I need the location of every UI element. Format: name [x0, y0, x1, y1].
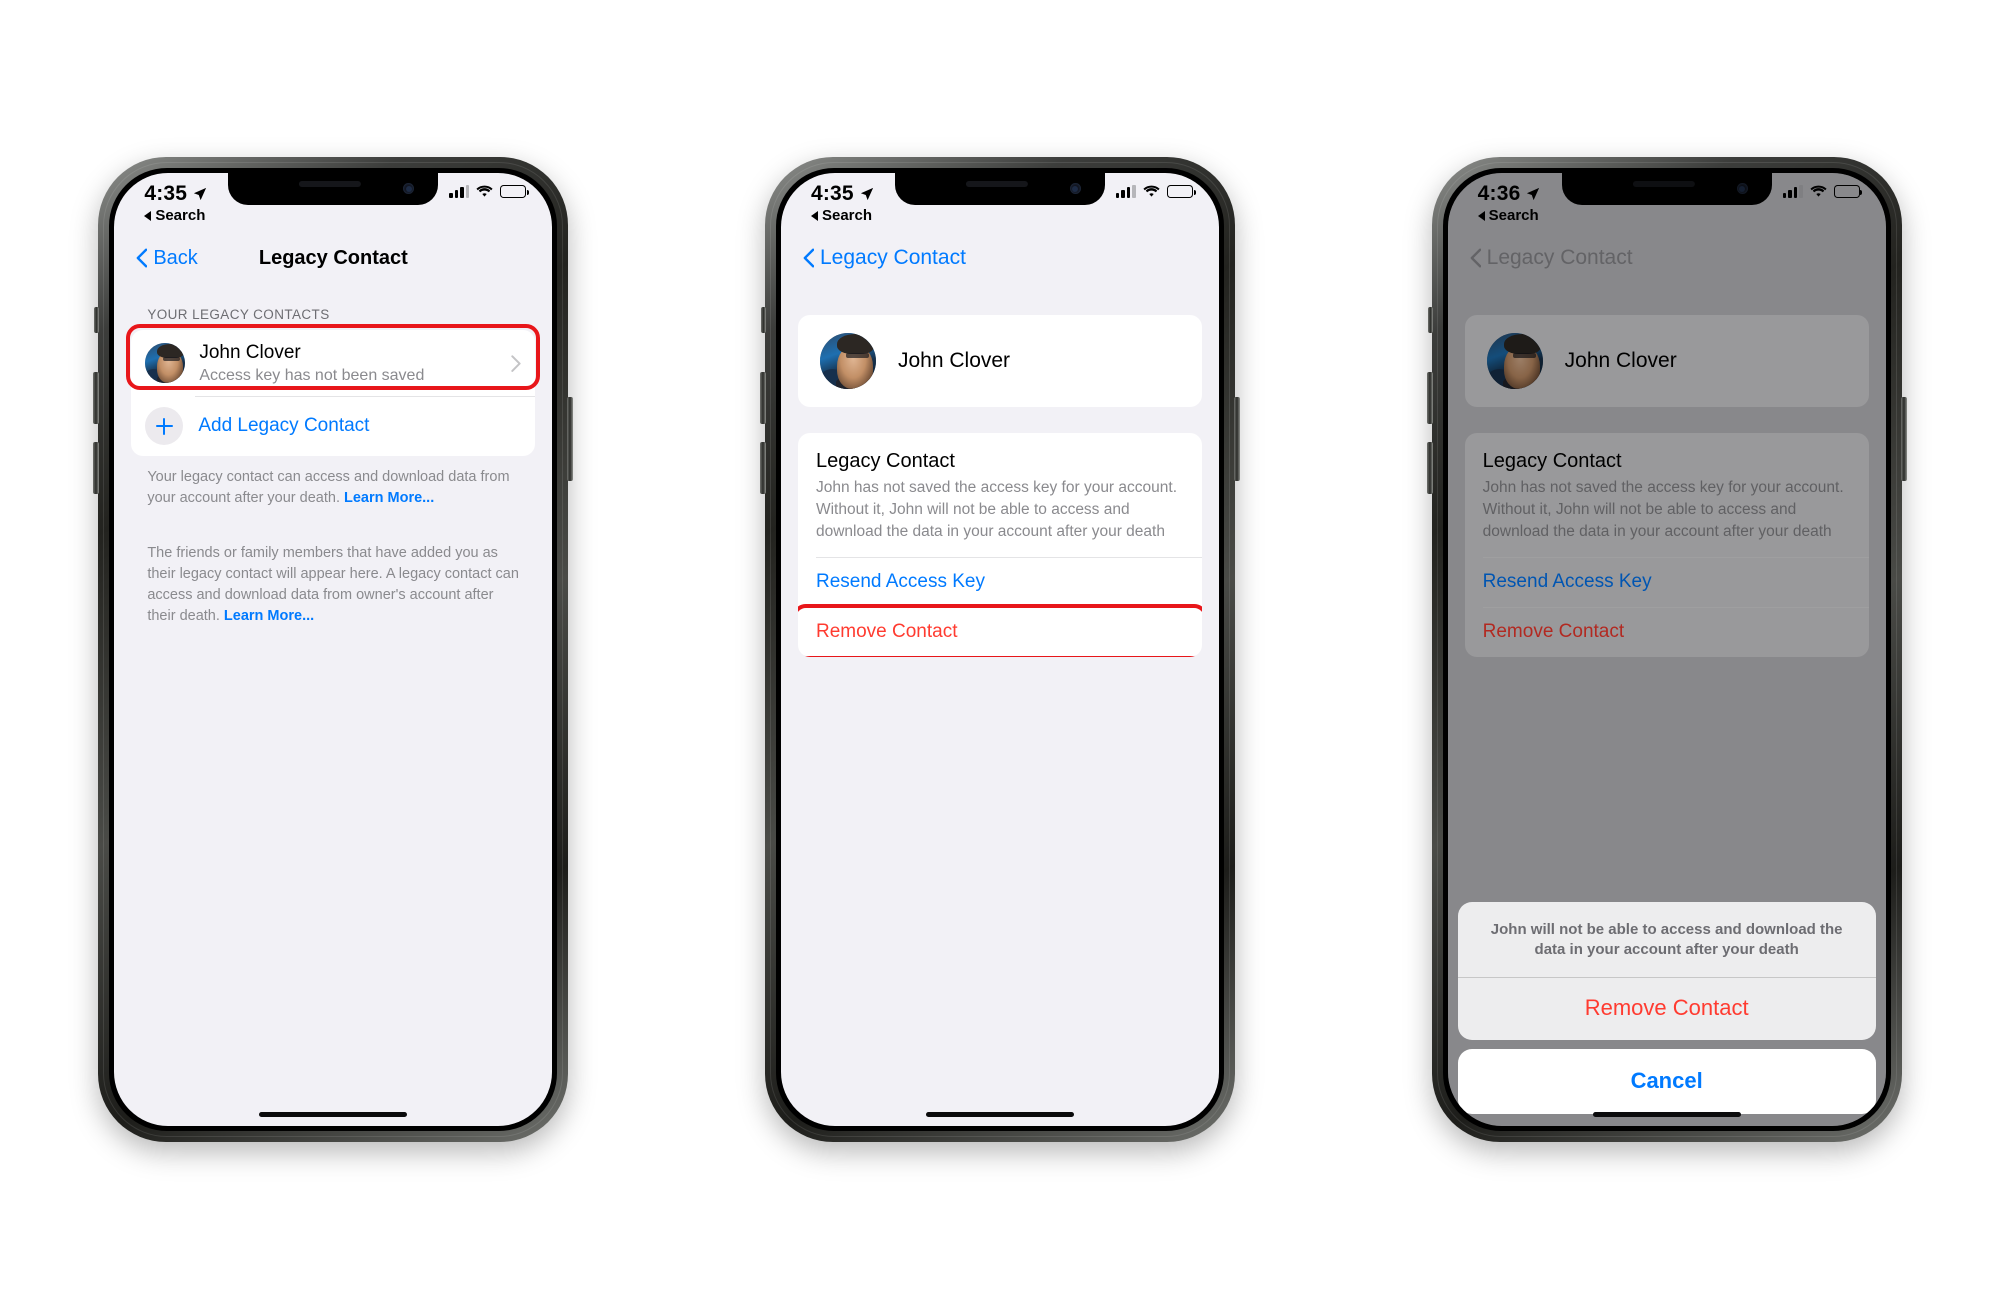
- action-sheet-remove-contact-button[interactable]: Remove Contact: [1457, 977, 1876, 1040]
- earpiece-speaker: [965, 181, 1028, 187]
- volume-up-button[interactable]: [93, 372, 100, 424]
- back-button-1[interactable]: Back: [136, 246, 198, 270]
- earpiece-speaker: [299, 181, 362, 187]
- silent-switch[interactable]: [1427, 307, 1433, 333]
- back-to-app-chip-1[interactable]: Search: [144, 207, 205, 224]
- screen-3: 4:36 Search Legacy Contact John Clover L…: [1447, 173, 1886, 1126]
- iphone-device-3: 4:36 Search Legacy Contact John Clover L…: [1426, 157, 1907, 1142]
- action-sheet: John will not be able to access and down…: [1448, 901, 1886, 1126]
- volume-down-button[interactable]: [759, 442, 766, 494]
- footnote-one: Your legacy contact can access and downl…: [131, 456, 535, 509]
- legacy-contacts-card: John Clover Access key has not been save…: [131, 330, 536, 457]
- battery-icon: [1166, 185, 1196, 198]
- power-button[interactable]: [567, 397, 574, 481]
- back-button-label: Back: [153, 246, 198, 269]
- action-sheet-group: John will not be able to access and down…: [1457, 901, 1876, 1040]
- info-card-heading: Legacy Contact: [815, 450, 955, 472]
- iphone-device-2: 4:35 Search Legacy Contact John Clover L…: [759, 157, 1240, 1142]
- add-legacy-contact-label: Add Legacy Contact: [198, 415, 370, 437]
- contact-name: John Clover: [897, 349, 1011, 372]
- location-arrow-icon: [194, 187, 207, 201]
- content-1: YOUR LEGACY CONTACTS John Clover Access …: [114, 285, 552, 627]
- power-button[interactable]: [1233, 397, 1240, 481]
- contact-row-text: John Clover Access key has not been save…: [199, 341, 503, 385]
- silent-switch[interactable]: [94, 307, 100, 333]
- front-camera-icon: [1069, 183, 1081, 194]
- silent-switch[interactable]: [760, 307, 766, 333]
- contact-header-card-2: John Clover: [797, 315, 1202, 407]
- section-header-your-legacy-contacts: YOUR LEGACY CONTACTS: [147, 307, 330, 322]
- volume-down-button[interactable]: [93, 442, 100, 494]
- volume-up-button[interactable]: [759, 372, 766, 424]
- chevron-left-icon: [803, 248, 814, 268]
- back-triangle-icon: [144, 210, 152, 221]
- volume-up-button[interactable]: [1426, 372, 1433, 424]
- remove-contact-action[interactable]: Remove Contact: [798, 607, 1202, 657]
- back-button-label: Legacy Contact: [819, 246, 966, 269]
- screenshot-stage: 4:35 Search Back Legacy Contact YOUR LEG…: [0, 0, 2000, 1299]
- learn-more-link-1[interactable]: Learn More...: [344, 490, 434, 506]
- back-to-app-label: Search: [155, 207, 206, 224]
- chevron-right-icon: [511, 354, 521, 372]
- footnote-one-text: Your legacy contact can access and downl…: [147, 469, 510, 507]
- notch-2: [894, 173, 1105, 205]
- plus-icon: [145, 407, 184, 446]
- home-indicator-2[interactable]: [925, 1112, 1074, 1117]
- back-triangle-icon: [810, 210, 818, 221]
- status-time: 4:35: [144, 182, 188, 205]
- notch-1: [228, 173, 439, 205]
- add-legacy-contact-row[interactable]: Add Legacy Contact: [131, 396, 536, 456]
- content-2: John Clover Legacy Contact John has not …: [781, 315, 1219, 657]
- screen-1: 4:35 Search Back Legacy Contact YOUR LEG…: [114, 173, 553, 1126]
- wifi-icon: [476, 185, 493, 197]
- nav-bar-1: Back Legacy Contact: [114, 231, 552, 285]
- back-button-2[interactable]: Legacy Contact: [803, 246, 966, 270]
- home-indicator-3[interactable]: [1592, 1112, 1741, 1117]
- footnote-two: The friends or family members that have …: [131, 509, 535, 627]
- avatar: [145, 343, 186, 384]
- contact-status-text: Access key has not been saved: [199, 367, 425, 385]
- wifi-icon: [1143, 185, 1160, 197]
- action-sheet-cancel-button[interactable]: Cancel: [1457, 1049, 1876, 1114]
- contact-row-john-clover[interactable]: John Clover Access key has not been save…: [131, 330, 535, 396]
- status-right-1: [449, 182, 529, 198]
- cellular-signal-icon: [1115, 185, 1136, 198]
- legacy-contact-info-card-2: Legacy Contact John has not saved the ac…: [797, 433, 1202, 657]
- device-bezel-3: 4:36 Search Legacy Contact John Clover L…: [1442, 168, 1891, 1131]
- contact-name: John Clover: [199, 342, 301, 363]
- back-to-app-chip-2[interactable]: Search: [810, 207, 873, 224]
- power-button[interactable]: [1900, 397, 1907, 481]
- iphone-device-1: 4:35 Search Back Legacy Contact YOUR LEG…: [93, 157, 574, 1142]
- device-bezel-1: 4:35 Search Back Legacy Contact YOUR LEG…: [109, 168, 558, 1131]
- home-indicator-1[interactable]: [259, 1112, 408, 1117]
- volume-down-button[interactable]: [1426, 442, 1433, 494]
- resend-access-key-action[interactable]: Resend Access Key: [798, 557, 1202, 607]
- device-bezel-2: 4:35 Search Legacy Contact John Clover L…: [775, 168, 1224, 1131]
- footnote-two-text: The friends or family members that have …: [147, 545, 519, 625]
- front-camera-icon: [403, 183, 415, 194]
- nav-bar-2: Legacy Contact: [781, 231, 1219, 285]
- status-time: 4:35: [810, 182, 854, 205]
- screen-2: 4:35 Search Legacy Contact John Clover L…: [780, 173, 1219, 1126]
- info-card-body: John has not saved the access key for yo…: [815, 479, 1177, 540]
- location-arrow-icon: [860, 187, 873, 201]
- battery-icon: [500, 185, 529, 198]
- chevron-left-icon: [136, 248, 148, 268]
- action-sheet-message: John will not be able to access and down…: [1490, 920, 1843, 958]
- learn-more-link-2[interactable]: Learn More...: [224, 608, 314, 624]
- cellular-signal-icon: [449, 185, 470, 198]
- status-right-2: [1115, 182, 1196, 198]
- avatar: [819, 333, 876, 389]
- back-to-app-label: Search: [821, 207, 873, 224]
